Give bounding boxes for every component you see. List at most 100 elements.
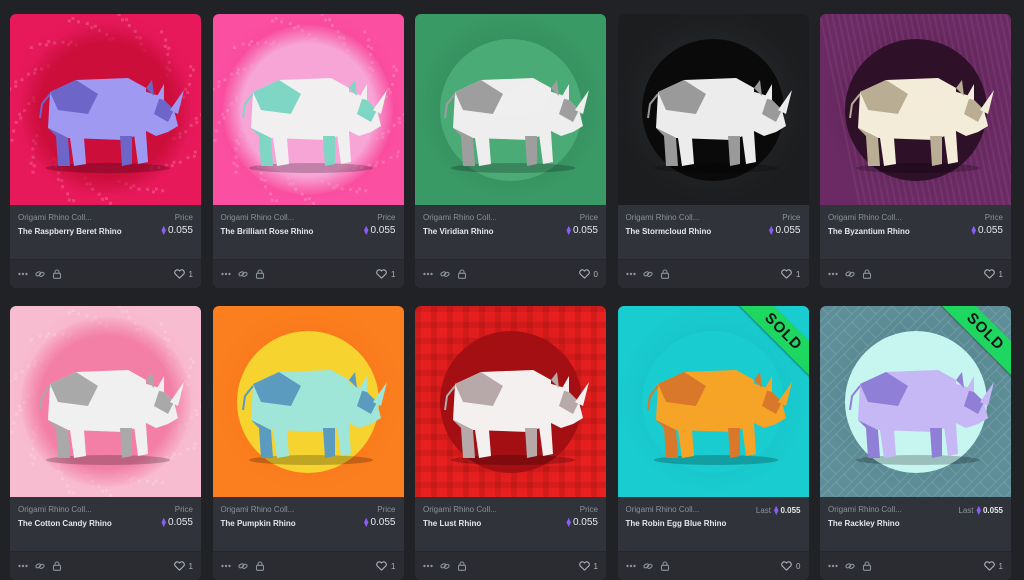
more-dots-icon[interactable] <box>423 269 433 279</box>
favorite-button[interactable]: 1 <box>376 269 396 279</box>
favorite-button[interactable]: 1 <box>983 561 1003 571</box>
price-label: Price <box>377 505 396 514</box>
collection-name[interactable]: Origami Rhino Coll... <box>828 213 938 222</box>
link-icon[interactable] <box>845 269 855 279</box>
link-icon[interactable] <box>642 269 653 279</box>
nft-artwork[interactable]: SOLD <box>820 306 1011 497</box>
collection-name[interactable]: Origami Rhino Coll... <box>626 213 736 222</box>
nft-card[interactable]: Origami Rhino Coll... The Byzantium Rhin… <box>820 14 1011 288</box>
nft-card[interactable]: Origami Rhino Coll... The Raspberry Bere… <box>10 14 201 288</box>
link-icon[interactable] <box>35 269 45 279</box>
nft-artwork[interactable] <box>10 14 201 205</box>
likes-count: 0 <box>593 269 598 279</box>
nft-name[interactable]: The Pumpkin Rhino <box>221 518 331 529</box>
price-value: ⧫ 0.055 <box>566 225 598 236</box>
lock-icon[interactable] <box>52 561 62 571</box>
lock-icon[interactable] <box>457 269 467 279</box>
lock-icon[interactable] <box>862 561 872 571</box>
nft-name[interactable]: The Byzantium Rhino <box>828 226 938 237</box>
origami-rhino-image <box>646 78 792 173</box>
origami-rhino-image <box>241 78 387 173</box>
heart-icon <box>781 561 792 571</box>
lock-icon[interactable] <box>255 269 265 279</box>
heart-icon <box>781 269 792 279</box>
more-dots-icon[interactable] <box>423 561 433 571</box>
lock-icon[interactable] <box>52 269 62 279</box>
collection-name[interactable]: Origami Rhino Coll... <box>423 213 533 222</box>
lock-icon[interactable] <box>660 269 670 279</box>
nft-card[interactable]: Origami Rhino Coll... The Stormcloud Rhi… <box>617 14 809 288</box>
more-dots-icon[interactable] <box>220 269 231 279</box>
more-dots-icon[interactable] <box>828 561 838 571</box>
card-footer: 1 <box>212 260 404 288</box>
link-icon[interactable] <box>35 561 45 571</box>
nft-name[interactable]: The Raspberry Beret Rhino <box>18 226 128 237</box>
nft-artwork[interactable] <box>10 306 201 497</box>
heart-icon <box>173 561 185 571</box>
link-icon[interactable] <box>642 561 653 571</box>
nft-name[interactable]: The Rackley Rhino <box>828 518 938 529</box>
nft-artwork[interactable] <box>617 14 809 205</box>
more-dots-icon[interactable] <box>18 561 28 571</box>
card-info: Origami Rhino Coll... The Pumpkin Rhino … <box>212 497 404 552</box>
nft-artwork[interactable] <box>212 306 404 497</box>
lock-icon[interactable] <box>255 561 265 571</box>
favorite-button[interactable]: 1 <box>983 269 1003 279</box>
collection-name[interactable]: Origami Rhino Coll... <box>18 505 128 514</box>
nft-card[interactable]: Origami Rhino Coll... The Lust Rhino Pri… <box>415 306 606 580</box>
nft-artwork[interactable] <box>415 306 606 497</box>
favorite-button[interactable]: 1 <box>781 269 801 279</box>
card-footer: 0 <box>617 552 809 580</box>
nft-artwork[interactable] <box>415 14 606 205</box>
favorite-button[interactable]: 1 <box>173 561 193 571</box>
link-icon[interactable] <box>845 561 855 571</box>
card-info: Origami Rhino Coll... The Raspberry Bere… <box>10 205 201 260</box>
link-icon[interactable] <box>440 269 450 279</box>
origami-rhino-image <box>39 78 184 173</box>
collection-name[interactable]: Origami Rhino Coll... <box>221 505 331 514</box>
nft-card[interactable]: Origami Rhino Coll... The Viridian Rhino… <box>415 14 606 288</box>
collection-name[interactable]: Origami Rhino Coll... <box>626 505 736 514</box>
more-dots-icon[interactable] <box>625 269 636 279</box>
nft-name[interactable]: The Viridian Rhino <box>423 226 533 237</box>
collection-name[interactable]: Origami Rhino Coll... <box>828 505 938 514</box>
likes-count: 1 <box>998 269 1003 279</box>
nft-artwork[interactable] <box>820 14 1011 205</box>
nft-card[interactable]: Origami Rhino Coll... The Cotton Candy R… <box>10 306 201 580</box>
favorite-button[interactable]: 1 <box>578 561 598 571</box>
link-icon[interactable] <box>440 561 450 571</box>
more-dots-icon[interactable] <box>828 269 838 279</box>
nft-name[interactable]: The Lust Rhino <box>423 518 533 529</box>
favorite-button[interactable]: 1 <box>376 561 396 571</box>
price-label: Price <box>579 213 598 222</box>
lock-icon[interactable] <box>862 269 872 279</box>
nft-name[interactable]: The Cotton Candy Rhino <box>18 518 128 529</box>
nft-name[interactable]: The Stormcloud Rhino <box>626 226 736 237</box>
ethereum-icon: ⧫ <box>161 517 166 527</box>
more-dots-icon[interactable] <box>220 561 231 571</box>
favorite-button[interactable]: 1 <box>173 269 193 279</box>
collection-name[interactable]: Origami Rhino Coll... <box>221 213 331 222</box>
nft-card[interactable]: SOLD Origami Rhino Coll... The Robin Egg… <box>617 306 809 580</box>
likes-count: 1 <box>796 269 801 279</box>
ethereum-icon: ⧫ <box>566 225 571 235</box>
link-icon[interactable] <box>237 561 248 571</box>
nft-card[interactable]: Origami Rhino Coll... The Brilliant Rose… <box>212 14 404 288</box>
nft-name[interactable]: The Robin Egg Blue Rhino <box>626 518 736 529</box>
lock-icon[interactable] <box>457 561 467 571</box>
nft-artwork[interactable]: SOLD <box>617 306 809 497</box>
likes-count: 1 <box>998 561 1003 571</box>
nft-card[interactable]: SOLD Origami Rhino Coll... The Rackley R… <box>820 306 1011 580</box>
favorite-button[interactable]: 0 <box>781 561 801 571</box>
collection-name[interactable]: Origami Rhino Coll... <box>423 505 533 514</box>
more-dots-icon[interactable] <box>18 269 28 279</box>
card-footer: 1 <box>10 552 201 580</box>
favorite-button[interactable]: 0 <box>578 269 598 279</box>
collection-name[interactable]: Origami Rhino Coll... <box>18 213 128 222</box>
link-icon[interactable] <box>237 269 248 279</box>
nft-artwork[interactable] <box>212 14 404 205</box>
lock-icon[interactable] <box>660 561 670 571</box>
more-dots-icon[interactable] <box>625 561 636 571</box>
nft-name[interactable]: The Brilliant Rose Rhino <box>221 226 331 237</box>
nft-card[interactable]: Origami Rhino Coll... The Pumpkin Rhino … <box>212 306 404 580</box>
